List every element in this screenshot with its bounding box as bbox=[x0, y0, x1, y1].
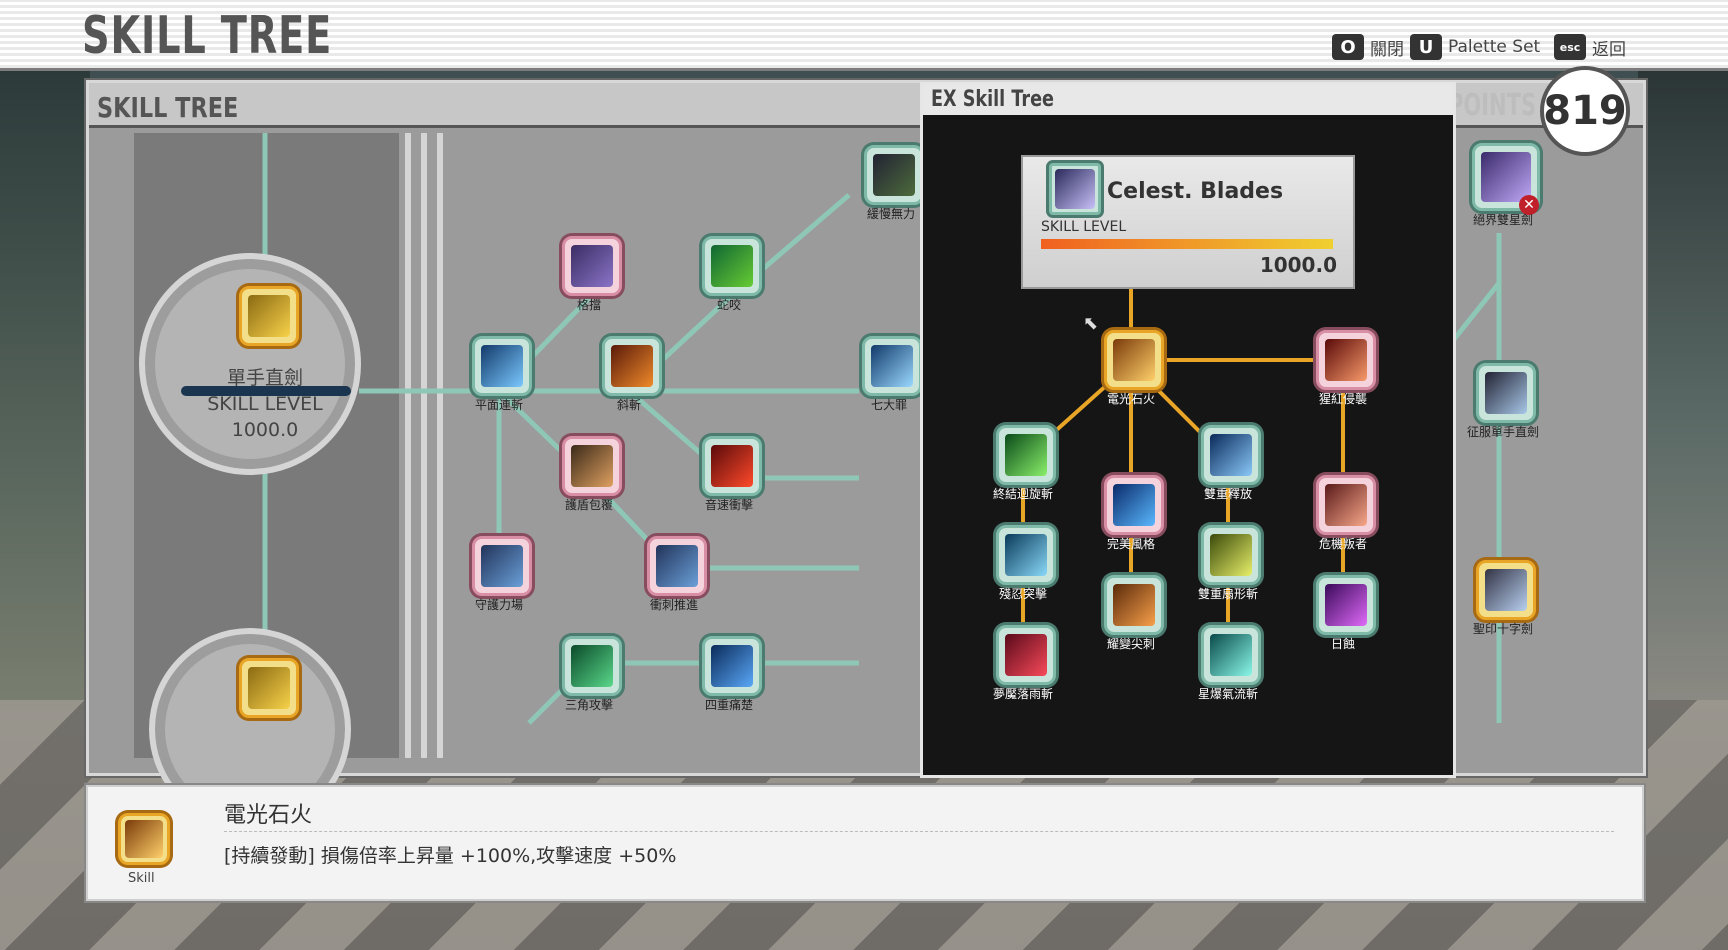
skill-node-9[interactable] bbox=[647, 536, 707, 596]
ex-node-label: 完美風格 bbox=[1106, 537, 1155, 551]
skill-node-label: 絕界雙星劍 bbox=[1472, 213, 1533, 227]
skill-node-11[interactable] bbox=[702, 636, 762, 696]
close-label: 關閉 bbox=[1370, 39, 1404, 60]
weapon-info: 單手直劍 SKILL LEVEL 1000.0 bbox=[165, 365, 365, 443]
skill-node-right-1[interactable] bbox=[1476, 363, 1536, 423]
skill-node-label: 四重痛楚 bbox=[704, 698, 753, 712]
weapon-sword-icon bbox=[239, 286, 299, 346]
skill-node-5[interactable] bbox=[862, 336, 922, 396]
ex-node-11[interactable] bbox=[1201, 625, 1261, 685]
selected-skill-icon bbox=[118, 813, 170, 865]
ex-node-4[interactable] bbox=[1104, 475, 1164, 535]
key-o-icon: O bbox=[1332, 34, 1364, 60]
key-u-icon: U bbox=[1410, 34, 1442, 60]
ex-node-label: 危機叛者 bbox=[1318, 537, 1367, 551]
weapon-sword-icon-secondary bbox=[239, 658, 299, 718]
card-level: 1000.0 bbox=[1259, 253, 1337, 277]
points-label: POINTS bbox=[1448, 88, 1537, 123]
skill-description-panel: Skill 電光石火 [持續發動] 損傷倍率上昇量 +100%,攻擊速度 +50… bbox=[86, 785, 1644, 901]
ex-node-9[interactable] bbox=[1316, 575, 1376, 635]
ex-node-label: 雙重扇形斬 bbox=[1197, 587, 1258, 601]
skill-node-label: 聖印十字劍 bbox=[1472, 622, 1533, 636]
ex-node-label: 日蝕 bbox=[1330, 637, 1355, 651]
ex-node-5[interactable] bbox=[1316, 475, 1376, 535]
skill-node-2[interactable] bbox=[702, 236, 762, 296]
ex-node-label: 雙重釋放 bbox=[1203, 487, 1252, 501]
skill-node-label: 斜斬 bbox=[616, 398, 641, 412]
ex-node-label: 耀變尖刺 bbox=[1106, 637, 1155, 651]
skill-node-label: 征服單手直劍 bbox=[1466, 425, 1539, 439]
skill-node-label: 蛇咬 bbox=[716, 298, 741, 312]
ex-node-8[interactable] bbox=[1104, 575, 1164, 635]
skill-node-label: 三角攻擊 bbox=[564, 698, 613, 712]
weapon-name: 單手直劍 bbox=[226, 367, 303, 389]
ex-node-0[interactable] bbox=[1104, 330, 1164, 390]
background-scene-left bbox=[0, 70, 90, 710]
ex-skill-tree-panel: EX Skill Tree Celest. Blades SKILL LEVEL… bbox=[920, 82, 1456, 778]
skill-node-8[interactable] bbox=[472, 536, 532, 596]
skill-node-0[interactable] bbox=[864, 145, 924, 205]
skill-node-3[interactable] bbox=[472, 336, 532, 396]
card-level-label: SKILL LEVEL bbox=[1041, 219, 1127, 235]
ex-node-label: 星爆氣流斬 bbox=[1197, 687, 1258, 701]
palette-set-label: Palette Set bbox=[1448, 37, 1541, 57]
ex-node-label: 夢魘落雨斬 bbox=[992, 687, 1053, 701]
back-label: 返回 bbox=[1592, 39, 1626, 60]
ex-node-label: 猩紅侵襲 bbox=[1318, 392, 1367, 406]
card-level-bar-fill bbox=[1041, 239, 1333, 249]
selected-skill-effect: [持續發動] 損傷倍率上昇量 +100%,攻擊速度 +50% bbox=[224, 845, 677, 867]
ex-node-3[interactable] bbox=[1201, 425, 1261, 485]
skill-node-label: 衝刺推進 bbox=[649, 598, 698, 612]
ex-node-1[interactable] bbox=[1316, 330, 1376, 390]
card-level-bar bbox=[1041, 239, 1333, 249]
skill-node-7[interactable] bbox=[702, 436, 762, 496]
divider bbox=[224, 831, 1614, 832]
skill-detail-card: Celest. Blades SKILL LEVEL 1000.0 bbox=[1021, 155, 1355, 289]
close-hint[interactable]: O 關閉 bbox=[1332, 34, 1404, 60]
back-hint[interactable]: esc 返回 bbox=[1554, 34, 1626, 60]
ex-node-6[interactable] bbox=[996, 525, 1056, 585]
skill-node-label: 平面連斬 bbox=[474, 398, 523, 412]
page-title: SKILL TREE bbox=[82, 6, 333, 66]
points-value: 819 bbox=[1540, 66, 1630, 156]
top-bar: SKILL TREE O 關閉 U Palette Set esc 返回 bbox=[0, 0, 1728, 71]
skill-node-label: 護盾包覆 bbox=[564, 498, 613, 512]
ex-node-label: 電光石火 bbox=[1106, 392, 1155, 406]
skill-node-label: 守護力場 bbox=[474, 598, 523, 612]
celestial-blades-icon bbox=[1049, 163, 1101, 215]
ex-node-label: 終結迴旋斬 bbox=[992, 487, 1053, 501]
ex-node-label: 殘忍突擊 bbox=[998, 587, 1047, 601]
ex-node-7[interactable] bbox=[1201, 525, 1261, 585]
skill-node-4[interactable] bbox=[602, 336, 662, 396]
cursor-icon: ⬉ bbox=[1083, 313, 1099, 334]
skill-node-1[interactable] bbox=[562, 236, 622, 296]
key-esc-icon: esc bbox=[1554, 34, 1586, 60]
icon-caption: Skill bbox=[128, 871, 155, 886]
weapon-level-label: SKILL LEVEL bbox=[207, 393, 323, 415]
skill-node-6[interactable] bbox=[562, 436, 622, 496]
selected-skill-name: 電光石火 bbox=[224, 803, 313, 828]
background-scene-right bbox=[1638, 70, 1728, 710]
skill-node-10[interactable] bbox=[562, 636, 622, 696]
ex-node-10[interactable] bbox=[996, 625, 1056, 685]
skill-node-right-2[interactable] bbox=[1476, 560, 1536, 620]
card-skill-name: Celest. Blades bbox=[1107, 179, 1284, 204]
palette-set-hint[interactable]: U Palette Set bbox=[1410, 34, 1540, 60]
ex-node-2[interactable] bbox=[996, 425, 1056, 485]
skill-node-label: 格擋 bbox=[576, 298, 601, 312]
skill-node-label: 音速衝擊 bbox=[704, 498, 753, 512]
weapon-level: 1000.0 bbox=[231, 419, 299, 441]
